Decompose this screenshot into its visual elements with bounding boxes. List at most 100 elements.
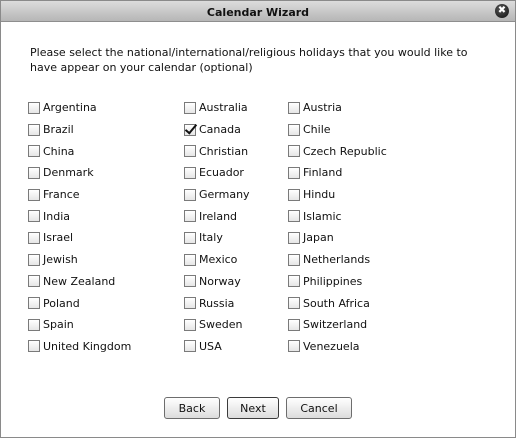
holiday-checkbox[interactable] xyxy=(288,340,300,353)
holiday-option-germany[interactable]: Germany xyxy=(184,184,250,206)
holiday-option-australia[interactable]: Australia xyxy=(184,97,250,119)
holiday-label: Venezuela xyxy=(303,339,360,353)
holiday-option-chile[interactable]: Chile xyxy=(288,119,387,141)
holiday-label: Sweden xyxy=(199,318,243,332)
holiday-checkbox[interactable] xyxy=(28,188,40,201)
holiday-label: Spain xyxy=(43,318,74,332)
holiday-option-russia[interactable]: Russia xyxy=(184,292,250,314)
holiday-option-switzerland[interactable]: Switzerland xyxy=(288,314,387,336)
holiday-option-jewish[interactable]: Jewish xyxy=(28,249,131,271)
holiday-option-italy[interactable]: Italy xyxy=(184,227,250,249)
holiday-option-china[interactable]: China xyxy=(28,140,131,162)
holiday-option-ireland[interactable]: Ireland xyxy=(184,205,250,227)
holiday-checkbox[interactable] xyxy=(184,275,196,288)
holiday-option-hindu[interactable]: Hindu xyxy=(288,184,387,206)
holiday-checkbox[interactable] xyxy=(288,275,300,288)
holiday-label: China xyxy=(43,144,75,158)
wizard-content: Please select the national/international… xyxy=(1,22,515,437)
holiday-option-philippines[interactable]: Philippines xyxy=(288,271,387,293)
holiday-label: Poland xyxy=(43,296,80,310)
holiday-checkbox[interactable] xyxy=(288,188,300,201)
holiday-checkbox[interactable] xyxy=(288,210,300,223)
holiday-option-mexico[interactable]: Mexico xyxy=(184,249,250,271)
holiday-option-norway[interactable]: Norway xyxy=(184,271,250,293)
holiday-checkbox[interactable] xyxy=(288,297,300,310)
holiday-option-canada[interactable]: Canada xyxy=(184,119,250,141)
cancel-button[interactable]: Cancel xyxy=(286,397,352,419)
holiday-checkbox[interactable] xyxy=(184,101,196,114)
holiday-checkbox[interactable] xyxy=(28,123,40,136)
holiday-option-finland[interactable]: Finland xyxy=(288,162,387,184)
window-title: Calendar Wizard xyxy=(206,6,310,19)
holiday-label: South Africa xyxy=(303,296,370,310)
holiday-checkbox[interactable] xyxy=(184,297,196,310)
holiday-option-sweden[interactable]: Sweden xyxy=(184,314,250,336)
holiday-checkbox[interactable] xyxy=(184,231,196,244)
holiday-option-islamic[interactable]: Islamic xyxy=(288,205,387,227)
holiday-label: United Kingdom xyxy=(43,339,132,353)
next-button[interactable]: Next xyxy=(227,397,279,419)
holiday-label: New Zealand xyxy=(43,274,116,288)
holiday-checkbox[interactable] xyxy=(28,275,40,288)
holiday-checkbox[interactable] xyxy=(184,123,196,136)
holiday-option-argentina[interactable]: Argentina xyxy=(28,97,131,119)
holiday-label: Chile xyxy=(303,123,331,137)
holiday-option-south-africa[interactable]: South Africa xyxy=(288,292,387,314)
holiday-checkbox[interactable] xyxy=(288,101,300,114)
holiday-checkbox[interactable] xyxy=(184,166,196,179)
holiday-column-3: Austria Chile Czech Republic Finland Hindu Is… xyxy=(288,97,387,357)
holiday-checkbox[interactable] xyxy=(28,166,40,179)
holiday-checkbox[interactable] xyxy=(28,318,40,331)
holiday-checkbox[interactable] xyxy=(288,145,300,158)
holiday-checkbox[interactable] xyxy=(288,318,300,331)
close-icon[interactable]: ✖ xyxy=(495,4,509,18)
holiday-checkbox[interactable] xyxy=(28,101,40,114)
holiday-checkbox[interactable] xyxy=(184,145,196,158)
holiday-option-austria[interactable]: Austria xyxy=(288,97,387,119)
holiday-option-new-zealand[interactable]: New Zealand xyxy=(28,271,131,293)
back-button[interactable]: Back xyxy=(164,397,220,419)
holiday-checkbox[interactable] xyxy=(28,340,40,353)
holiday-checkbox[interactable] xyxy=(288,166,300,179)
holiday-label: Finland xyxy=(303,166,343,180)
holiday-option-christian[interactable]: Christian xyxy=(184,140,250,162)
holiday-option-united-kingdom[interactable]: United Kingdom xyxy=(28,336,131,358)
holiday-checkbox[interactable] xyxy=(28,231,40,244)
holiday-option-japan[interactable]: Japan xyxy=(288,227,387,249)
title-bar[interactable]: Calendar Wizard ✖ xyxy=(1,1,515,22)
holiday-checkbox[interactable] xyxy=(28,210,40,223)
holiday-label: Japan xyxy=(303,231,334,245)
holiday-option-israel[interactable]: Israel xyxy=(28,227,131,249)
holiday-column-2: Australia Canada Christian Ecuador Germany Ir… xyxy=(184,97,250,357)
holiday-option-brazil[interactable]: Brazil xyxy=(28,119,131,141)
holiday-label: Islamic xyxy=(303,209,342,223)
holiday-label: Denmark xyxy=(43,166,94,180)
holiday-option-czech-republic[interactable]: Czech Republic xyxy=(288,140,387,162)
holiday-option-spain[interactable]: Spain xyxy=(28,314,131,336)
holiday-checkbox[interactable] xyxy=(288,231,300,244)
holiday-option-india[interactable]: India xyxy=(28,205,131,227)
holiday-checkbox[interactable] xyxy=(288,123,300,136)
holiday-label: Brazil xyxy=(43,123,74,137)
holiday-label: Mexico xyxy=(199,253,238,267)
holiday-checkbox[interactable] xyxy=(184,210,196,223)
holiday-option-denmark[interactable]: Denmark xyxy=(28,162,131,184)
holiday-checkbox[interactable] xyxy=(184,253,196,266)
holiday-option-netherlands[interactable]: Netherlands xyxy=(288,249,387,271)
instructions-text: Please select the national/international… xyxy=(30,46,468,74)
holiday-option-usa[interactable]: USA xyxy=(184,336,250,358)
holiday-checkbox[interactable] xyxy=(28,297,40,310)
holiday-option-venezuela[interactable]: Venezuela xyxy=(288,336,387,358)
holiday-label: Australia xyxy=(199,101,248,115)
holiday-checkbox[interactable] xyxy=(184,318,196,331)
holiday-checkbox[interactable] xyxy=(28,253,40,266)
holiday-option-france[interactable]: France xyxy=(28,184,131,206)
holiday-label: Italy xyxy=(199,231,223,245)
holiday-checkbox[interactable] xyxy=(184,188,196,201)
holiday-checkbox[interactable] xyxy=(184,340,196,353)
holiday-checkbox[interactable] xyxy=(28,145,40,158)
holiday-label: Israel xyxy=(43,231,74,245)
holiday-checkbox[interactable] xyxy=(288,253,300,266)
holiday-option-ecuador[interactable]: Ecuador xyxy=(184,162,250,184)
holiday-option-poland[interactable]: Poland xyxy=(28,292,131,314)
